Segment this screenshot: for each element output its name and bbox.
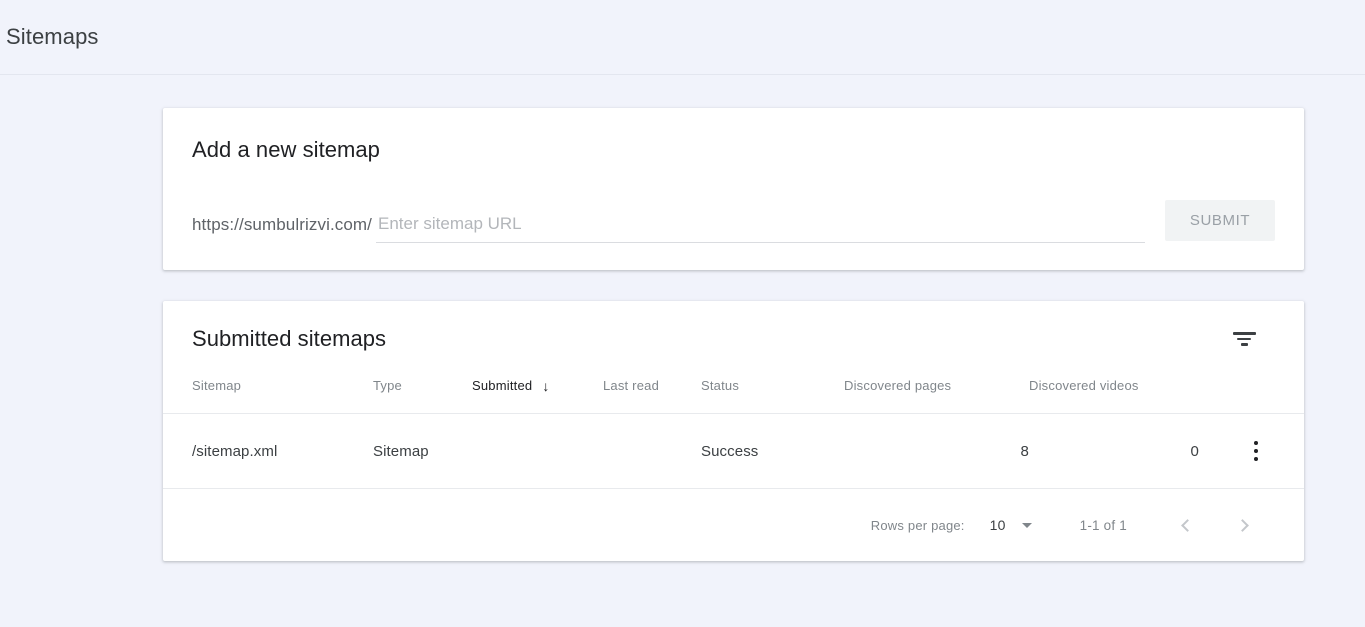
previous-page-button[interactable] — [1167, 505, 1207, 545]
column-header-submitted-label: Submitted — [472, 378, 533, 393]
filter-bar-3 — [1240, 343, 1248, 346]
column-header-type-label: Type — [373, 378, 402, 393]
cell-type: Sitemap — [373, 413, 472, 489]
page-header: Sitemaps — [0, 0, 1365, 75]
filter-bar-2 — [1237, 337, 1251, 341]
column-header-actions — [1199, 377, 1304, 414]
filter-bar-1 — [1232, 332, 1256, 335]
rows-per-page-label: Rows per page: — [870, 517, 965, 533]
kebab-dot-2 — [1254, 449, 1258, 453]
column-header-status-label: Status — [701, 378, 740, 393]
column-header-sitemap[interactable]: Sitemap — [163, 377, 373, 414]
sitemap-url-row: https://sumbulrizvi.com/ SUBMIT — [192, 200, 1275, 243]
submitted-sitemaps-heading: Submitted sitemaps — [192, 326, 387, 351]
page-title: Sitemaps — [6, 24, 99, 49]
column-header-discovered-pages-label: Discovered pages — [844, 378, 952, 393]
cell-status: Success — [701, 413, 844, 489]
pagination-bar: Rows per page: 10 1-1 of 1 — [163, 489, 1304, 561]
more-vertical-icon[interactable] — [1246, 439, 1266, 463]
kebab-dot-1 — [1254, 441, 1258, 445]
submit-button[interactable]: SUBMIT — [1165, 200, 1275, 241]
pagination-range-label: 1-1 of 1 — [1079, 517, 1127, 533]
chevron-left-icon — [1180, 518, 1194, 532]
filter-icon[interactable] — [1228, 323, 1260, 355]
rows-per-page-select[interactable]: 10 — [990, 517, 1032, 533]
add-sitemap-heading: Add a new sitemap — [192, 137, 380, 162]
rows-per-page-value: 10 — [989, 517, 1006, 533]
cell-actions — [1199, 413, 1304, 489]
chevron-right-icon — [1235, 518, 1249, 532]
column-header-last-read[interactable]: Last read — [603, 377, 701, 414]
sitemap-url-input-wrapper — [376, 212, 1145, 243]
site-url-prefix: https://sumbulrizvi.com/ — [192, 215, 373, 234]
submitted-sitemaps-card: Submitted sitemaps Sitemap Type Submitte… — [163, 301, 1304, 561]
sitemap-url-input[interactable] — [376, 212, 1145, 243]
column-header-discovered-pages[interactable]: Discovered pages — [844, 377, 1029, 414]
column-header-type[interactable]: Type — [373, 377, 472, 414]
cell-sitemap: /sitemap.xml — [163, 413, 373, 489]
column-header-sitemap-label: Sitemap — [192, 378, 242, 393]
add-sitemap-card: Add a new sitemap https://sumbulrizvi.co… — [163, 108, 1304, 270]
cell-submitted — [472, 413, 603, 489]
column-header-discovered-videos-label: Discovered videos — [1029, 378, 1139, 393]
cell-discovered-pages: 8 — [844, 413, 1029, 489]
cell-discovered-videos: 0 — [1029, 413, 1199, 489]
content-area: Add a new sitemap https://sumbulrizvi.co… — [0, 75, 1365, 561]
column-header-submitted[interactable]: Submitted ↓ — [472, 377, 603, 414]
column-header-last-read-label: Last read — [603, 378, 660, 393]
submitted-sitemaps-header: Submitted sitemaps — [163, 301, 1304, 377]
table-row[interactable]: /sitemap.xml Sitemap Success 8 0 — [163, 413, 1304, 489]
column-header-discovered-videos[interactable]: Discovered videos — [1029, 377, 1199, 414]
sort-descending-icon: ↓ — [542, 378, 550, 394]
kebab-dot-3 — [1254, 457, 1258, 461]
next-page-button[interactable] — [1222, 505, 1262, 545]
cell-last-read — [603, 413, 701, 489]
sitemaps-table: Sitemap Type Submitted ↓ Last read Status — [163, 377, 1304, 489]
table-header-row: Sitemap Type Submitted ↓ Last read Status — [163, 377, 1304, 414]
chevron-down-icon — [1021, 522, 1032, 528]
column-header-status[interactable]: Status — [701, 377, 844, 414]
